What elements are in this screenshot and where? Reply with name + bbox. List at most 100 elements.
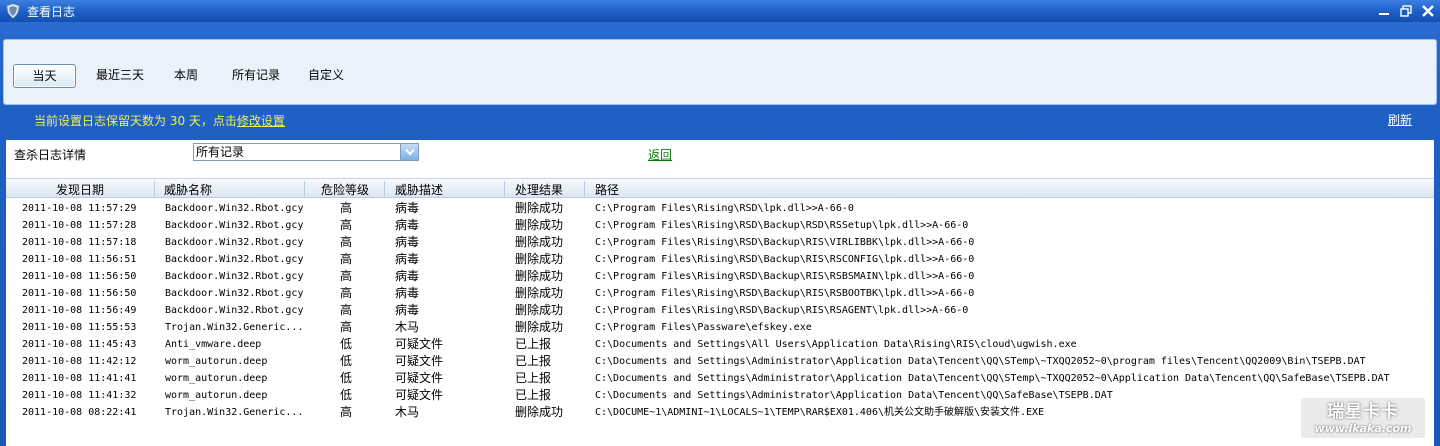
result-cell: 已上报 — [515, 354, 552, 368]
risk-level-cell: 高 — [340, 405, 353, 419]
tab-last-three-days[interactable]: 最近三天 — [88, 64, 152, 88]
column-header[interactable]: 危险等级 — [321, 181, 369, 198]
result-cell: 删除成功 — [515, 286, 564, 300]
record-type-select[interactable]: 所有记录 — [193, 143, 419, 161]
back-link[interactable]: 返回 — [648, 146, 672, 163]
path-cell: C:\Program Files\Rising\RSD\Backup\RSD\R… — [595, 220, 969, 231]
table-row[interactable]: 2011-10-08 11:56:51 Backdoor.Win32.Rbot.g… — [6, 251, 1434, 268]
table-row[interactable]: 2011-10-08 11:56:50 Backdoor.Win32.Rbot.g… — [6, 268, 1434, 285]
risk-level-cell: 高 — [340, 252, 353, 266]
select-value: 所有记录 — [196, 145, 245, 159]
date-cell: 2011-10-08 11:41:32 — [22, 390, 137, 401]
threat-desc-cell: 病毒 — [395, 201, 420, 215]
risk-level-cell: 高 — [340, 320, 353, 334]
threat-desc-cell: 病毒 — [395, 269, 420, 283]
tab-all-records[interactable]: 所有记录 — [226, 64, 286, 88]
result-cell: 删除成功 — [515, 405, 564, 419]
threat-name-cell: Anti_vmware.deep — [165, 339, 262, 350]
threat-name-cell: Backdoor.Win32.Rbot.gcy — [165, 237, 304, 248]
modify-settings-link[interactable]: 修改设置 — [237, 114, 285, 128]
risk-level-cell: 高 — [340, 303, 353, 317]
table-header: 发现日期 威胁名称 危险等级 威胁描述 处理结果 路径 — [6, 178, 1434, 198]
date-cell: 2011-10-08 11:56:51 — [22, 254, 137, 265]
risk-level-cell: 高 — [340, 235, 353, 249]
result-cell: 已上报 — [515, 388, 552, 402]
log-table-body: 2011-10-08 11:57:29 Backdoor.Win32.Rbot.g… — [6, 200, 1434, 421]
table-row[interactable]: 2011-10-08 11:56:50 Backdoor.Win32.Rbot.g… — [6, 285, 1434, 302]
threat-desc-cell: 木马 — [395, 405, 420, 419]
table-row[interactable]: 2011-10-08 11:57:28 Backdoor.Win32.Rbot.g… — [6, 217, 1434, 234]
result-cell: 删除成功 — [515, 252, 564, 266]
table-row[interactable]: 2011-10-08 11:41:41 worm_autorun.deep 低 可疑文… — [6, 370, 1434, 387]
restore-icon[interactable] — [1398, 3, 1414, 19]
threat-name-cell: Trojan.Win32.Generic... — [165, 407, 304, 418]
threat-name-cell: Backdoor.Win32.Rbot.gcy — [165, 220, 304, 231]
threat-name-cell: worm_autorun.deep — [165, 356, 268, 367]
threat-desc-cell: 木马 — [395, 320, 420, 334]
date-cell: 2011-10-08 11:41:41 — [22, 373, 137, 384]
risk-level-cell: 低 — [340, 354, 353, 368]
risk-level-cell: 低 — [340, 388, 353, 402]
path-cell: C:\Program Files\Rising\RSD\Backup\RIS\R… — [595, 254, 975, 265]
path-cell: C:\DOCUME~1\ADMINI~1\LOCALS~1\TEMP\RAR$E… — [595, 407, 1045, 418]
threat-name-cell: worm_autorun.deep — [165, 373, 268, 384]
path-cell: C:\Program Files\Passware\efskey.exe — [595, 322, 812, 333]
table-row[interactable]: 2011-10-08 11:42:12 worm_autorun.deep 低 可疑文… — [6, 353, 1434, 370]
retention-text: 当前设置日志保留天数为 30 天，点击 — [34, 114, 237, 128]
date-cell: 2011-10-08 11:56:50 — [22, 271, 137, 282]
log-detail-panel: 查杀日志详情 所有记录 返回 发现日期 威胁名称 危险等级 威胁描述 处理结果 … — [6, 140, 1434, 446]
column-header[interactable]: 威胁名称 — [164, 181, 212, 198]
date-cell: 2011-10-08 11:57:29 — [22, 203, 137, 214]
path-cell: C:\Documents and Settings\Administrator\… — [595, 390, 1113, 401]
result-cell: 删除成功 — [515, 201, 564, 215]
table-row[interactable]: 2011-10-08 11:56:49 Backdoor.Win32.Rbot.g… — [6, 302, 1434, 319]
table-row[interactable]: 2011-10-08 11:55:53 Trojan.Win32.Generic.… — [6, 319, 1434, 336]
path-cell: C:\Program Files\Rising\RSD\Backup\RIS\V… — [595, 237, 975, 248]
tab-this-week[interactable]: 本周 — [166, 64, 206, 88]
shield-icon — [6, 3, 20, 19]
threat-name-cell: Trojan.Win32.Generic... — [165, 322, 304, 333]
watermark-logo: 瑞星卡卡 www.ikaka.com — [1301, 398, 1425, 438]
window-title: 查看日志 — [27, 4, 76, 19]
threat-desc-cell: 病毒 — [395, 252, 420, 266]
path-cell: C:\Program Files\Rising\RSD\lpk.dll>>A-6… — [595, 203, 854, 214]
tab-today[interactable]: 当天 — [13, 64, 76, 88]
chevron-down-icon[interactable] — [400, 144, 418, 160]
path-cell: C:\Program Files\Rising\RSD\Backup\RIS\R… — [595, 271, 975, 282]
info-bar: 当前设置日志保留天数为 30 天，点击修改设置 刷新 — [0, 110, 1440, 130]
date-cell: 2011-10-08 11:56:50 — [22, 288, 137, 299]
risk-level-cell: 高 — [340, 286, 353, 300]
filter-panel: 当天 最近三天 本周 所有记录 自定义 — [3, 39, 1437, 105]
table-row[interactable]: 2011-10-08 11:45:43 Anti_vmware.deep 低 可疑文件… — [6, 336, 1434, 353]
refresh-link[interactable]: 刷新 — [1388, 111, 1412, 128]
threat-desc-cell: 可疑文件 — [395, 337, 444, 351]
threat-name-cell: Backdoor.Win32.Rbot.gcy — [165, 305, 304, 316]
threat-name-cell: Backdoor.Win32.Rbot.gcy — [165, 288, 304, 299]
risk-level-cell: 高 — [340, 218, 353, 232]
table-row[interactable]: 2011-10-08 11:57:29 Backdoor.Win32.Rbot.g… — [6, 200, 1434, 217]
date-cell: 2011-10-08 11:57:18 — [22, 237, 137, 248]
path-cell: C:\Program Files\Rising\RSD\Backup\RIS\R… — [595, 288, 975, 299]
column-header[interactable]: 发现日期 — [56, 181, 104, 198]
threat-desc-cell: 可疑文件 — [395, 354, 444, 368]
column-header[interactable]: 威胁描述 — [395, 181, 443, 198]
column-header[interactable]: 处理结果 — [515, 181, 563, 198]
path-cell: C:\Documents and Settings\Administrator\… — [595, 356, 1366, 367]
table-row[interactable]: 2011-10-08 08:22:41 Trojan.Win32.Generic.… — [6, 404, 1434, 421]
column-header[interactable]: 路径 — [595, 181, 619, 198]
table-row[interactable]: 2011-10-08 11:57:18 Backdoor.Win32.Rbot.g… — [6, 234, 1434, 251]
minimize-icon[interactable] — [1376, 3, 1392, 19]
threat-desc-cell: 病毒 — [395, 235, 420, 249]
table-row[interactable]: 2011-10-08 11:41:32 worm_autorun.deep 低 可疑文… — [6, 387, 1434, 404]
risk-level-cell: 低 — [340, 337, 353, 351]
threat-desc-cell: 病毒 — [395, 218, 420, 232]
date-cell: 2011-10-08 11:55:53 — [22, 322, 137, 333]
close-icon[interactable] — [1420, 3, 1436, 19]
threat-desc-cell: 可疑文件 — [395, 371, 444, 385]
tab-custom[interactable]: 自定义 — [304, 64, 348, 88]
title-bar: 查看日志 — [0, 0, 1440, 22]
date-cell: 2011-10-08 11:45:43 — [22, 339, 137, 350]
date-cell: 2011-10-08 11:57:28 — [22, 220, 137, 231]
result-cell: 删除成功 — [515, 235, 564, 249]
path-cell: C:\Documents and Settings\Administrator\… — [595, 373, 1390, 384]
